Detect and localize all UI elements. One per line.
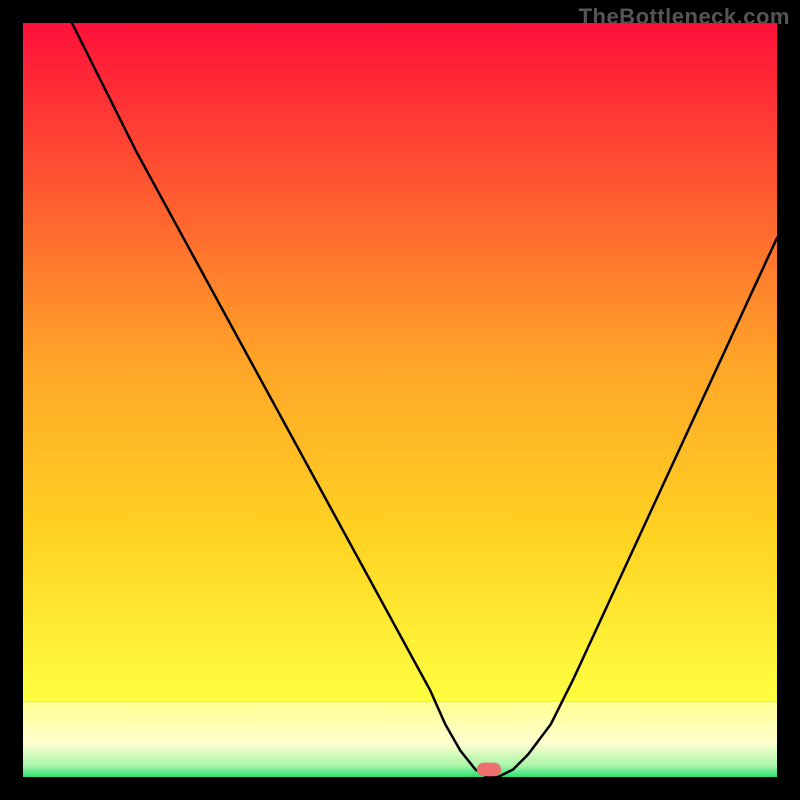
watermark: TheBottleneck.com [579,4,790,30]
optimal-marker [477,763,501,777]
bottleneck-curve-chart [23,23,777,777]
chart-frame: TheBottleneck.com [0,0,800,800]
gradient-bottom [23,702,777,777]
gradient-top [23,23,777,702]
